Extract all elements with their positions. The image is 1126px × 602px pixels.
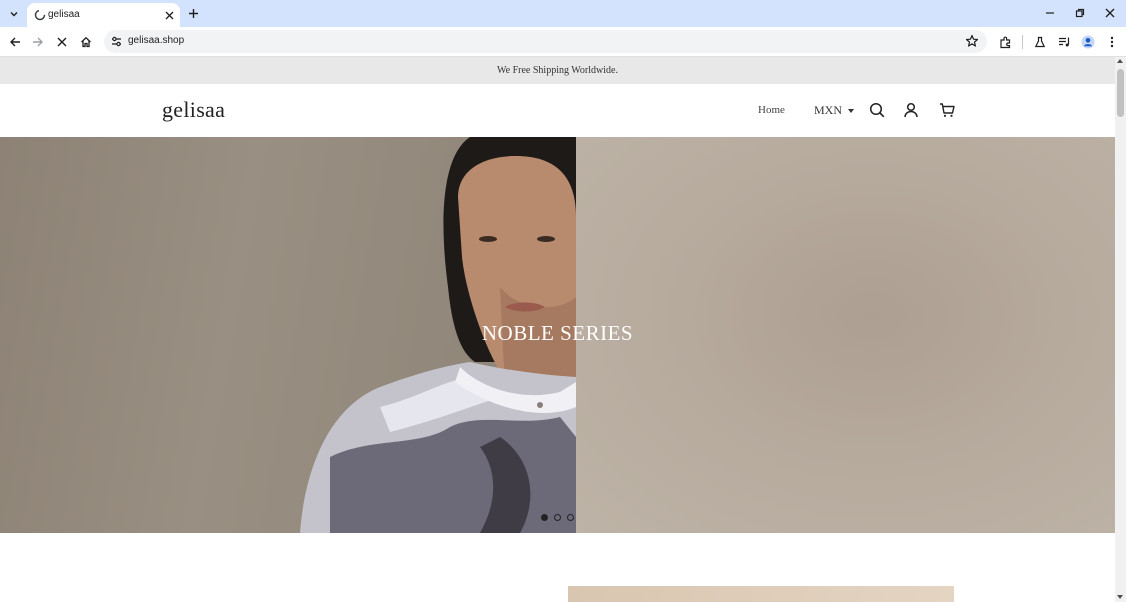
forward-button[interactable]	[29, 33, 47, 51]
browser-tab-strip: gelisaa	[0, 0, 1126, 27]
scroll-thumb[interactable]	[1117, 69, 1124, 117]
hero-title: NOBLE SERIES	[481, 321, 634, 345]
restore-button[interactable]	[1072, 5, 1088, 21]
announcement-text: We Free Shipping Worldwide.	[497, 65, 618, 76]
minimize-button[interactable]	[1042, 5, 1058, 21]
hero-slideshow[interactable]: NOBLE SERIES	[0, 137, 1115, 533]
browser-menu-button[interactable]	[1103, 33, 1121, 51]
slide-dot-2[interactable]	[554, 514, 561, 521]
featured-product-image[interactable]	[568, 586, 954, 602]
browser-tab[interactable]: gelisaa	[27, 3, 180, 27]
site-header: gelisaa Home MXN	[0, 84, 1115, 137]
tab-list-button[interactable]	[5, 5, 23, 23]
arrow-right-icon	[33, 37, 43, 47]
stop-loading-button[interactable]	[53, 33, 71, 51]
minimize-icon	[1046, 12, 1054, 14]
currency-label: MXN	[814, 103, 843, 117]
loading-favicon-icon	[34, 9, 46, 21]
caret-down-icon	[848, 108, 855, 113]
tune-icon[interactable]	[110, 35, 123, 48]
announcement-bar: We Free Shipping Worldwide.	[0, 57, 1115, 84]
close-window-button[interactable]	[1102, 5, 1118, 21]
slide-dot-3[interactable]	[567, 514, 574, 521]
star-icon[interactable]	[965, 34, 979, 48]
slideshow-dots	[541, 514, 574, 521]
arrow-left-icon	[10, 37, 20, 47]
puzzle-icon	[999, 36, 1010, 48]
queue-music-icon	[1058, 37, 1069, 47]
home-icon	[81, 36, 91, 48]
slide-dot-1[interactable]	[541, 514, 548, 521]
restore-icon	[1075, 8, 1085, 18]
scroll-up-arrow-icon[interactable]	[1117, 59, 1123, 63]
url-text[interactable]: gelisaa.shop	[128, 34, 184, 48]
new-tab-button[interactable]	[185, 5, 201, 21]
tab-title: gelisaa	[48, 9, 80, 20]
close-icon	[57, 37, 67, 47]
toolbar-divider	[1022, 35, 1023, 49]
back-button[interactable]	[6, 33, 24, 51]
labs-button[interactable]	[1031, 33, 1049, 51]
profile-button[interactable]	[1079, 33, 1097, 51]
address-bar[interactable]: gelisaa.shop	[104, 30, 987, 53]
currency-selector[interactable]: MXN	[814, 103, 855, 118]
plus-icon	[188, 8, 198, 18]
kebab-menu-icon	[1110, 36, 1114, 48]
close-icon	[1105, 8, 1115, 18]
home-button[interactable]	[77, 33, 95, 51]
page-viewport: We Free Shipping Worldwide. gelisaa Home…	[0, 57, 1115, 602]
site-logo[interactable]: gelisaa	[162, 97, 225, 123]
nav-home-link[interactable]: Home	[758, 104, 785, 116]
cart-icon[interactable]	[939, 102, 955, 118]
media-controls-button[interactable]	[1055, 33, 1073, 51]
extensions-button[interactable]	[996, 33, 1014, 51]
close-icon	[165, 11, 173, 19]
scroll-down-arrow-icon[interactable]	[1117, 595, 1123, 599]
chevron-down-icon	[10, 12, 18, 17]
avatar-icon	[1081, 35, 1095, 49]
flask-icon	[1034, 36, 1046, 48]
account-icon[interactable]	[903, 102, 919, 118]
page-scrollbar[interactable]	[1115, 57, 1126, 602]
browser-toolbar: gelisaa.shop	[0, 27, 1126, 57]
search-icon[interactable]	[869, 102, 885, 118]
close-tab-button[interactable]	[162, 8, 176, 22]
